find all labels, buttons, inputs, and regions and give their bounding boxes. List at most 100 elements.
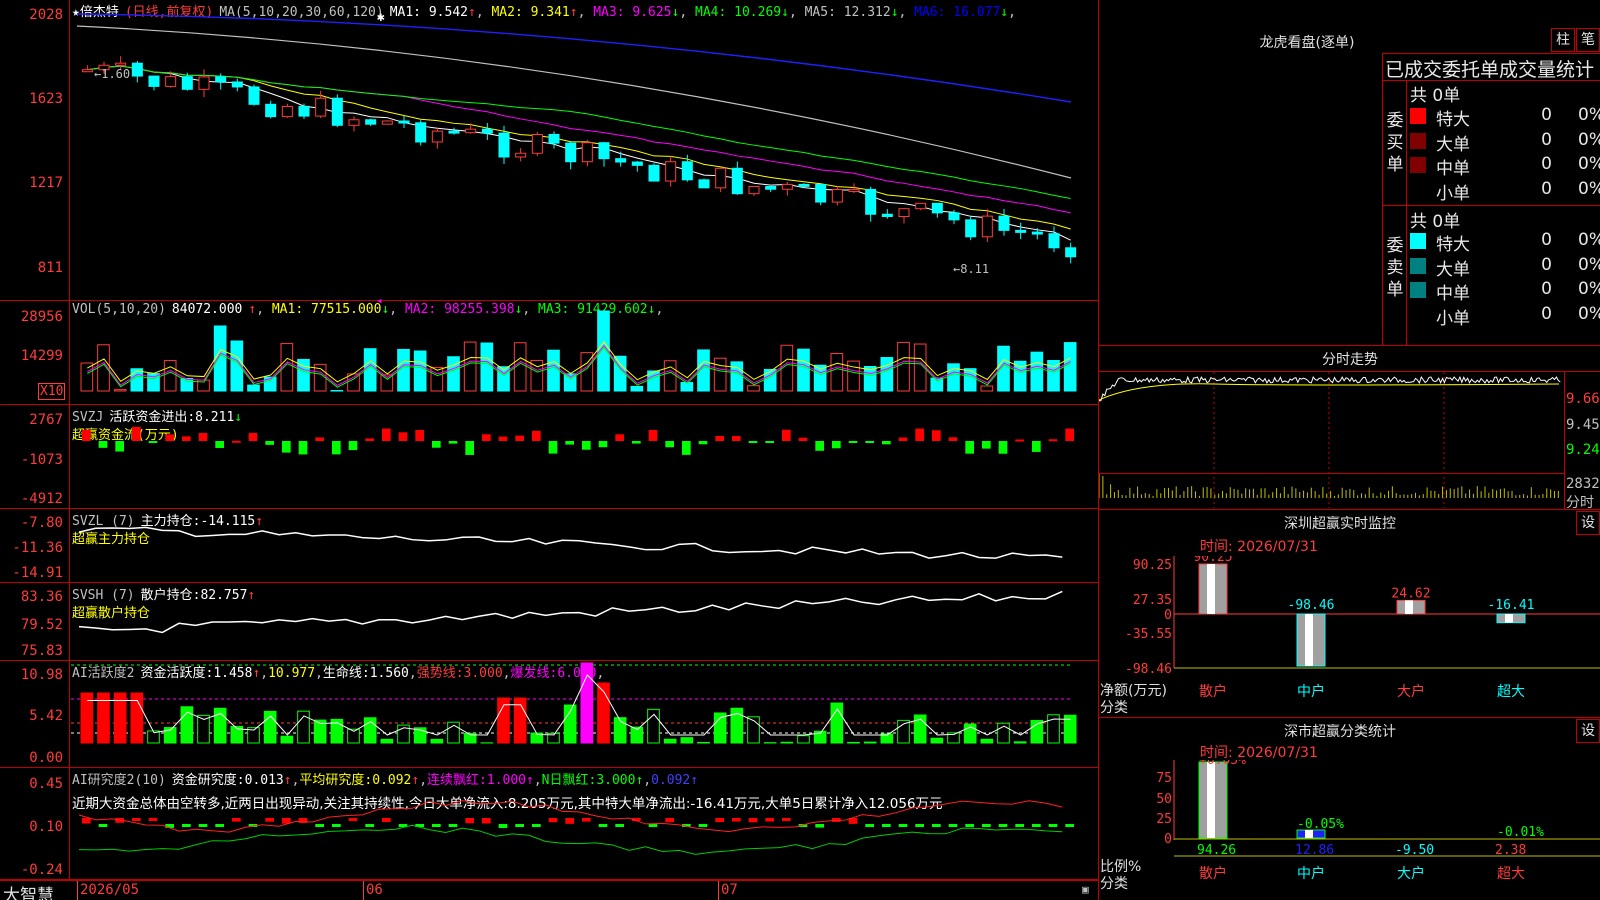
volume-bar — [213, 325, 227, 392]
sz-class-settings-button[interactable]: 设 — [1576, 719, 1600, 743]
ai-research-chart[interactable] — [71, 768, 1098, 879]
order-pct: 0% — [1578, 154, 1600, 174]
fund-bar — [615, 434, 624, 441]
price-tick: 811 — [37, 260, 63, 276]
tick-mode-button[interactable]: 笔 — [1576, 28, 1600, 52]
candlestick-chart[interactable] — [71, 0, 1098, 300]
sz-class-x-unit: 分类 — [1100, 876, 1128, 892]
fund-bar — [732, 436, 741, 441]
monitor-category-label: 中户 — [1297, 683, 1325, 700]
monitor-tick: -98.46 — [1125, 662, 1172, 677]
research-bar — [448, 824, 458, 827]
fund-bar — [165, 434, 174, 441]
research-bar — [232, 818, 241, 822]
volume-bar — [630, 385, 644, 392]
candle — [981, 215, 993, 238]
svzj-panel[interactable]: 2767 -1073 -4912 SVZJ 活跃资金进出:8.211↓ 超赢资金流… — [0, 405, 1098, 509]
volume-bar — [480, 342, 494, 392]
research-bar — [532, 824, 541, 827]
main-position-line — [78, 526, 1063, 559]
svzl-tick: -14.91 — [12, 565, 63, 581]
research-bar — [82, 818, 91, 824]
volume-y-axis: 28956 14299 X10 — [0, 301, 70, 404]
fund-bar — [332, 441, 341, 455]
volume-panel[interactable]: 28956 14299 X10 VOL(5,10,20) 84072.000 ↑, … — [0, 294, 1098, 405]
price-tick: 2028 — [29, 7, 63, 23]
research-bar — [1065, 824, 1074, 827]
candle — [548, 133, 560, 144]
ai-active-panel[interactable]: 10.98 5.42 0.00 AI活跃度2 资金活跃度:1.458↑,10.97… — [0, 661, 1098, 768]
svsh-chart[interactable] — [71, 583, 1098, 660]
class-bar-highlight — [1207, 762, 1215, 838]
ai-research-panel[interactable]: 0.45 0.10 -0.24 AI研究度2(10) 资金研究度:0.013↑,平… — [0, 768, 1098, 880]
candle — [131, 62, 143, 77]
fund-bar — [448, 441, 458, 444]
bar-mode-button[interactable]: 柱 — [1551, 28, 1575, 52]
research-bar — [982, 824, 991, 827]
class-tick: 0 — [1164, 832, 1172, 847]
fund-bar — [1065, 428, 1074, 441]
activity-bar — [280, 735, 294, 744]
candle — [181, 76, 193, 90]
sz-class-chart[interactable]: 7550250+0.05%94.26散户-0.05%12.86中户-9.50大户… — [1099, 760, 1600, 900]
research-bar — [482, 818, 491, 824]
research-bar — [132, 818, 141, 821]
candle — [748, 185, 760, 195]
research-green-line — [78, 824, 1063, 855]
class-pct-label: +0.05% — [1199, 760, 1246, 768]
order-type-label: 中单 — [1436, 284, 1470, 304]
research-bar — [598, 824, 608, 827]
svzj-chart[interactable] — [71, 405, 1098, 508]
candle — [598, 142, 610, 160]
fund-bar — [198, 432, 208, 441]
class-tick: 50 — [1156, 792, 1172, 807]
candle — [781, 183, 793, 190]
vol-tick: 28956 — [20, 309, 63, 325]
research-bar — [498, 824, 508, 828]
candle — [81, 69, 93, 73]
svzl-panel[interactable]: -7.80 -11.36 -14.91 SVZL (7) 主力持仓:-14.115… — [0, 509, 1098, 583]
order-row-特大: 特大 0 0% — [1408, 104, 1600, 130]
intraday-chart[interactable] — [1099, 372, 1564, 508]
volume-bar — [897, 341, 910, 392]
ai-research-tick: 0.10 — [29, 819, 63, 835]
order-type-label: 小单 — [1436, 183, 1470, 204]
research-bar — [998, 824, 1008, 827]
candle — [648, 164, 660, 182]
ai-research-tick: 0.45 — [29, 776, 63, 792]
monitor-bar-highlight — [1505, 614, 1513, 623]
candle — [948, 212, 960, 221]
research-bar — [548, 818, 558, 823]
candle — [365, 119, 377, 125]
fund-bar — [932, 430, 941, 441]
research-bar — [215, 824, 224, 827]
research-bar — [815, 824, 824, 828]
volume-bar — [830, 353, 844, 392]
sz-monitor-settings-button[interactable]: 设 — [1576, 511, 1600, 535]
research-bar — [98, 824, 108, 827]
ma120-line — [76, 13, 1072, 103]
monitor-value-label: -16.41 — [1488, 598, 1535, 613]
activity-bar — [980, 738, 994, 744]
sz-monitor-chart[interactable]: 90.25 27.350 -35.55 -98.46 90.25 散户 -98.46 中户 24… — [1099, 556, 1600, 716]
candle — [731, 167, 743, 195]
fund-bar — [432, 441, 441, 448]
candle — [331, 97, 343, 126]
research-bar — [265, 818, 274, 822]
monitor-value-label: 90.25 — [1193, 556, 1232, 565]
svzl-chart[interactable] — [71, 509, 1098, 582]
sell-side-label: 委卖单 — [1386, 236, 1404, 300]
monitor-value-label: 24.62 — [1391, 586, 1430, 601]
ai-active-chart[interactable] — [71, 661, 1098, 767]
candle — [1065, 247, 1077, 258]
buy-side-label: 委买单 — [1386, 111, 1404, 175]
svsh-panel[interactable]: 83.36 79.52 75.83 SVSH (7) 散户持仓:82.757↑ 超… — [0, 583, 1098, 661]
candle — [265, 103, 277, 118]
volume-chart[interactable] — [71, 301, 1098, 404]
lock-icon[interactable]: ▣ — [1082, 883, 1089, 896]
price-panel[interactable]: 2028 1623 1217 811 ★倍杰特 (日线,前复权) MA(5,10,2… — [0, 0, 1098, 301]
research-bar — [182, 824, 191, 827]
volume-bar — [963, 368, 977, 392]
research-bar — [748, 818, 758, 823]
candle — [1031, 231, 1043, 235]
